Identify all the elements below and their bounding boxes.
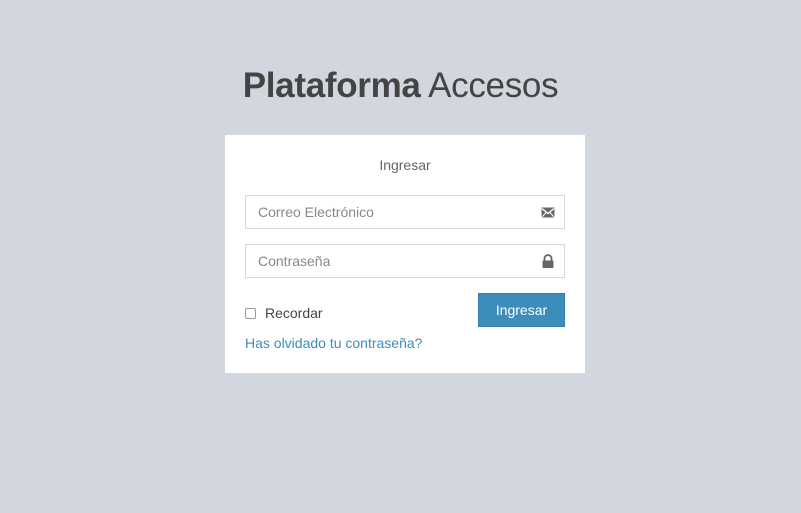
password-field-wrapper <box>245 244 565 278</box>
email-field-wrapper <box>245 195 565 229</box>
envelope-icon <box>541 205 555 219</box>
app-logo: Plataforma Accesos <box>0 64 801 108</box>
logo-light-text: Accesos <box>428 66 559 105</box>
login-box: Ingresar Recordar Ingresar Has olvidado … <box>225 135 585 373</box>
submit-button[interactable]: Ingresar <box>478 293 565 327</box>
password-input[interactable] <box>246 245 538 277</box>
remember-me[interactable]: Recordar <box>245 305 323 321</box>
remember-checkbox[interactable] <box>245 307 256 319</box>
logo-bold-text: Plataforma <box>242 66 421 105</box>
remember-label: Recordar <box>265 305 323 321</box>
forgot-password-link[interactable]: Has olvidado tu contraseña? <box>245 335 422 351</box>
email-input[interactable] <box>246 196 538 228</box>
lock-icon <box>541 254 555 268</box>
login-box-title: Ingresar <box>379 157 431 173</box>
